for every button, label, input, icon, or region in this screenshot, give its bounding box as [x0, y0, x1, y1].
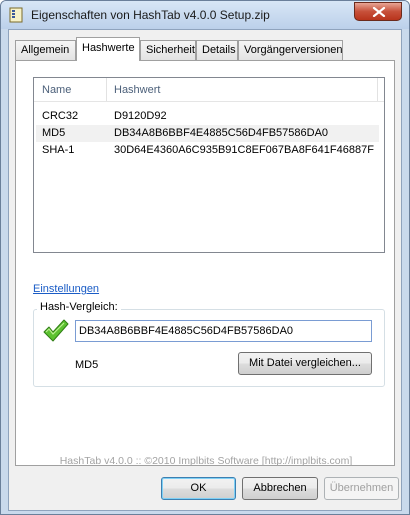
hash-value: DB34A8B6BBF4E4885C56D4FB57586DA0 [114, 127, 329, 139]
column-separator[interactable] [377, 78, 378, 101]
column-header-hashwert[interactable]: Hashwert [114, 78, 160, 101]
tab-allgemein[interactable]: Allgemein [15, 40, 76, 60]
close-icon [372, 7, 386, 17]
list-item[interactable]: SHA-1 30D64E4360A6C935B91C8EF067BA8F641F… [36, 142, 379, 159]
tab-details[interactable]: Details [196, 40, 238, 60]
hash-compare-input[interactable] [75, 320, 372, 342]
column-separator[interactable] [106, 78, 107, 101]
settings-link[interactable]: Einstellungen [33, 283, 99, 295]
apply-button[interactable]: Übernehmen [324, 477, 399, 500]
hash-list[interactable]: Name Hashwert CRC32 D9120D92 MD5 DB34A8B… [33, 77, 385, 253]
list-header: Name Hashwert [34, 78, 384, 102]
hash-compare-legend: Hash-Vergleich: [37, 301, 121, 313]
cancel-button[interactable]: Abbrechen [242, 477, 318, 500]
compare-with-file-button[interactable]: Mit Datei vergleichen... [238, 352, 372, 375]
hash-name: CRC32 [42, 110, 79, 122]
column-header-name[interactable]: Name [42, 78, 71, 101]
close-button[interactable] [354, 2, 402, 21]
hash-name: SHA-1 [42, 144, 75, 156]
properties-window: Eigenschaften von HashTab v4.0.0 Setup.z… [0, 0, 410, 515]
tab-hashwerte[interactable]: Hashwerte [76, 37, 140, 61]
tab-sicherheit[interactable]: Sicherheit [140, 40, 196, 60]
hash-value: 30D64E4360A6C935B91C8EF067BA8F641F46887F [114, 144, 374, 156]
green-checkmark-icon [41, 317, 69, 348]
ok-button[interactable]: OK [161, 477, 236, 500]
hash-name: MD5 [42, 127, 66, 139]
list-item[interactable]: CRC32 D9120D92 [36, 108, 379, 125]
copyright-footer: HashTab v4.0.0 :: ©2010 Implbits Softwar… [59, 455, 353, 467]
algorithm-label: MD5 [75, 359, 99, 371]
window-title: Eigenschaften von HashTab v4.0.0 Setup.z… [31, 8, 270, 22]
tab-vorgaengerversionen[interactable]: Vorgängerversionen [238, 40, 343, 60]
zip-file-icon [8, 7, 24, 23]
hash-value: D9120D92 [114, 110, 167, 122]
title-bar[interactable]: Eigenschaften von HashTab v4.0.0 Setup.z… [1, 1, 409, 29]
hashwerte-panel: Name Hashwert CRC32 D9120D92 MD5 DB34A8B… [15, 60, 395, 467]
list-item[interactable]: MD5 DB34A8B6BBF4E4885C56D4FB57586DA0 [36, 125, 379, 142]
dialog-body: Allgemein Hashwerte Sicherheit Details V… [8, 29, 402, 511]
